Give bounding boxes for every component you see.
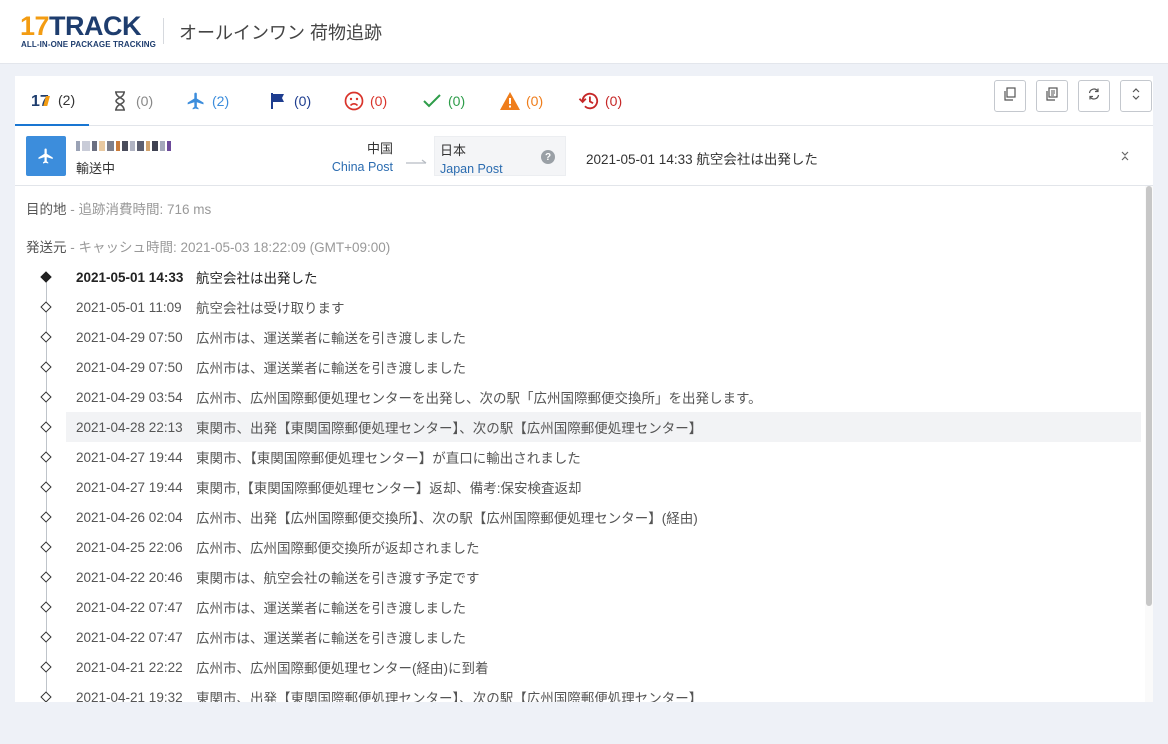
hourglass-icon <box>109 90 131 112</box>
airplane-icon <box>38 148 53 164</box>
refresh-icon <box>1087 87 1101 106</box>
page-title: オールインワン 荷物追跡 <box>179 23 382 43</box>
event-row: 2021-04-22 20:46 東関市は、航空会社の輸送を引き渡す予定です <box>76 569 480 587</box>
latest-event: 2021-05-01 14:33 航空会社は出発した <box>586 152 818 167</box>
logo-tagline: ALL-IN-ONE PACKAGE TRACKING <box>21 40 156 49</box>
destination-label: 目的地 <box>26 202 67 217</box>
event-row: 2021-04-25 22:06 広州市、広州国際郵便交換所が返却されました <box>76 539 480 557</box>
destination-info: 日本 Japan Post ? <box>434 136 566 176</box>
origin-label: 発送元 <box>26 240 67 255</box>
event-row: 2021-04-27 19:44 東関市、【東関国際郵便処理センター】が直口に輸出… <box>76 449 581 467</box>
tab-count: (2) <box>212 93 230 109</box>
route-arrow-icon <box>405 154 429 164</box>
tab-undelivered[interactable]: (0) <box>343 76 387 126</box>
shipment-summary[interactable]: 輸送中 中国 China Post 日本 Japan Post ? 2021-0… <box>15 126 1153 186</box>
copy-button[interactable] <box>994 80 1026 112</box>
logo[interactable]: 17TRACK ALL-IN-ONE PACKAGE TRACKING <box>20 11 156 50</box>
collapse-icon <box>1121 151 1129 161</box>
warning-icon <box>499 90 521 112</box>
help-icon[interactable]: ? <box>541 150 555 164</box>
detail-scrollbar[interactable] <box>1145 186 1153 702</box>
shipment-status: 輸送中 <box>76 161 116 176</box>
event-row: 2021-04-27 19:44 東関市,【東関国際郵便処理センター】返却、備考:… <box>76 479 582 497</box>
event-row: 2021-04-22 07:47 広州市は、運送業者に輸送を引き渡しました <box>76 629 466 647</box>
event-row: 2021-05-01 11:09 航空会社は受け取ります <box>76 299 345 317</box>
timeline-marker <box>40 691 52 702</box>
sad-face-icon <box>343 90 365 112</box>
history-icon <box>578 90 600 112</box>
copy-all-button[interactable] <box>1036 80 1068 112</box>
event-row: 2021-04-29 07:50 広州市は、運送業者に輸送を引き渡しました <box>76 329 466 347</box>
cache-time: キャッシュ時間: 2021-05-03 18:22:09 (GMT+09:00) <box>78 240 391 255</box>
tab-in-transit[interactable]: (2) <box>185 76 229 126</box>
check-icon <box>421 90 443 112</box>
scrollbar-thumb[interactable] <box>1146 186 1152 606</box>
status-tabs: 17 (2) (0) (2) (0) (0) (0) (0) (0) <box>15 76 1153 126</box>
timeline-marker <box>40 331 52 343</box>
timeline-marker <box>40 631 52 643</box>
destination-meta: 目的地 - 追跡消費時間: 716 ms <box>26 202 212 217</box>
clipboard-icon <box>1045 86 1059 106</box>
tab-count: (0) <box>370 93 388 109</box>
tab-count: (0) <box>526 93 544 109</box>
in-transit-status-icon <box>26 136 66 176</box>
tab-count: (0) <box>605 93 623 109</box>
event-row: 2021-04-28 22:13 東関市、出発【東関国際郵便処理センター】、次の駅… <box>66 412 1141 442</box>
timeline-marker <box>40 571 52 583</box>
tab-all[interactable]: 17 (2) <box>15 76 89 126</box>
refresh-button[interactable] <box>1078 80 1110 112</box>
tab-pickup[interactable]: (0) <box>267 76 311 126</box>
collapse-button[interactable] <box>1119 148 1131 164</box>
timeline-marker <box>40 511 52 523</box>
tab-not-found[interactable]: (0) <box>109 76 153 126</box>
event-row: 2021-04-21 22:22 広州市、広州国際郵便処理センター(経由)に到着 <box>76 659 489 677</box>
timeline-marker <box>40 391 52 403</box>
event-row: 2021-04-29 07:50 広州市は、運送業者に輸送を引き渡しました <box>76 359 466 377</box>
expand-all-button[interactable] <box>1120 80 1152 112</box>
logo-word: TRACK <box>49 11 142 41</box>
tab-count: (0) <box>294 93 312 109</box>
timeline-marker <box>40 661 52 673</box>
airplane-icon <box>185 90 207 112</box>
event-row: 2021-05-01 14:33 航空会社は出発した <box>76 269 318 287</box>
origin-carrier-link[interactable]: China Post <box>275 160 393 174</box>
event-row: 2021-04-21 19:32 東関市、出発【東関国際郵便処理センター】、次の駅… <box>76 689 703 703</box>
timeline-marker <box>40 541 52 553</box>
logo-number: 17 <box>20 11 50 41</box>
timeline-marker <box>40 451 52 463</box>
event-row: 2021-04-22 07:47 広州市は、運送業者に輸送を引き渡しました <box>76 599 466 617</box>
tab-alert[interactable]: (0) <box>499 76 543 126</box>
17track-icon: 17 <box>31 89 53 111</box>
header-divider <box>163 18 164 44</box>
timeline-marker <box>40 481 52 493</box>
copy-icon <box>1003 86 1017 106</box>
event-row: 2021-04-29 03:54 広州市、広州国際郵便処理センターを出発し、次の駅… <box>76 389 762 407</box>
origin-info: 中国 China Post <box>275 138 393 174</box>
origin-country: 中国 <box>366 141 393 156</box>
expand-icon <box>1131 87 1141 106</box>
tracking-detail: 目的地 - 追跡消費時間: 716 ms 発送元 - キャッシュ時間: 2021… <box>15 186 1145 702</box>
tracking-number-redacted <box>76 138 186 152</box>
tab-expired[interactable]: (0) <box>578 76 622 126</box>
tab-count: (0) <box>136 93 154 109</box>
tab-delivered[interactable]: (0) <box>421 76 465 126</box>
tab-count: (2) <box>58 92 76 108</box>
app-header: 17TRACK ALL-IN-ONE PACKAGE TRACKING オールイ… <box>0 0 1168 64</box>
tracking-time: 追跡消費時間: 716 ms <box>78 202 212 217</box>
timeline-marker <box>40 361 52 373</box>
tracking-panel: 17 (2) (0) (2) (0) (0) (0) (0) (0) 輸送中 中… <box>15 76 1153 702</box>
flag-icon <box>267 90 289 112</box>
timeline-marker <box>40 421 52 433</box>
origin-meta: 発送元 - キャッシュ時間: 2021-05-03 18:22:09 (GMT+… <box>26 240 391 255</box>
timeline-marker <box>40 601 52 613</box>
event-row: 2021-04-26 02:04 広州市、出発【広州国際郵便交換所】、次の駅【広州… <box>76 509 698 527</box>
tab-count: (0) <box>448 93 466 109</box>
destination-carrier-link[interactable]: Japan Post <box>440 162 565 176</box>
timeline-marker <box>40 271 52 283</box>
timeline-marker <box>40 301 52 313</box>
